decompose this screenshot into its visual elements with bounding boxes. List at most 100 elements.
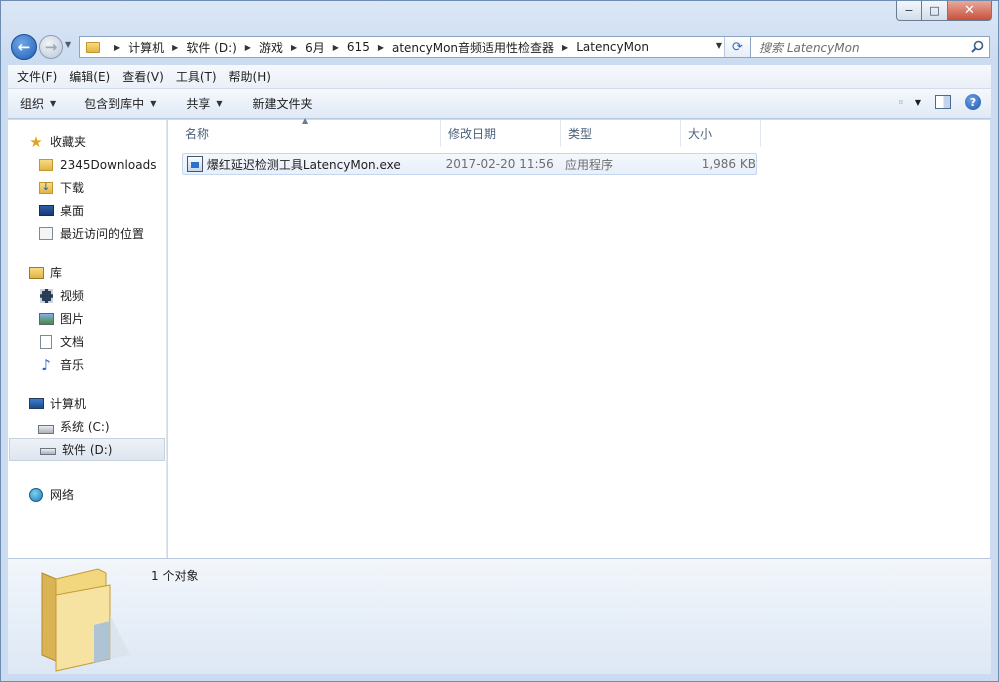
minimize-button[interactable]: − xyxy=(896,1,922,21)
nav-item-recent-places[interactable]: 最近访问的位置 xyxy=(8,222,166,245)
file-list: 名称 ▲ 修改日期 类型 大小 爆红延迟检测工具LatencyMon.exe 2… xyxy=(168,116,990,558)
back-button[interactable]: ← xyxy=(11,34,37,60)
breadcrumb-separator-icon: ▶ xyxy=(114,42,121,52)
chevron-down-icon: ▼ xyxy=(216,99,223,108)
nav-label: 图片 xyxy=(60,312,85,326)
menu-file[interactable]: 文件(F) xyxy=(11,68,63,85)
breadcrumb-separator-icon[interactable]: ▶ xyxy=(378,43,384,52)
nav-item-2345downloads[interactable]: 2345Downloads xyxy=(8,153,166,176)
star-icon: ★ xyxy=(29,132,43,151)
menu-help[interactable]: 帮助(H) xyxy=(223,68,277,85)
nav-item-desktop[interactable]: 桌面 xyxy=(8,199,166,222)
help-icon[interactable]: ? xyxy=(965,94,981,110)
nav-computer[interactable]: 计算机 xyxy=(8,392,166,415)
recent-places-icon xyxy=(38,226,54,242)
breadcrumb-item[interactable]: 计算机 xyxy=(128,39,164,56)
breadcrumb-item-current[interactable]: LatencyMon xyxy=(576,40,649,54)
include-in-library-button[interactable]: 包含到库中 ▼ xyxy=(66,89,166,119)
nav-label: 库 xyxy=(50,266,63,280)
navigation-row: ← → ▼ ▶ 计算机 ▶ 软件 (D:) ▶ 游戏 ▶ 6月 ▶ 615 ▶ … xyxy=(9,33,990,61)
system-drive-icon xyxy=(38,419,54,435)
new-folder-button[interactable]: 新建文件夹 xyxy=(233,89,323,119)
refresh-button[interactable]: ⟳ xyxy=(724,37,750,57)
chevron-down-icon: ▼ xyxy=(65,40,72,49)
nav-label: 桌面 xyxy=(60,204,85,218)
folder-icon xyxy=(86,41,100,53)
breadcrumb-separator-icon[interactable]: ▶ xyxy=(172,43,178,52)
file-name: 爆红延迟检测工具LatencyMon.exe xyxy=(206,157,401,172)
search-input[interactable]: 搜索 LatencyMon xyxy=(750,36,990,58)
file-modified: 2017-02-20 11:56 xyxy=(445,157,554,171)
maximize-button[interactable]: □ xyxy=(922,1,948,21)
change-view-button[interactable]: ▼ xyxy=(899,93,921,111)
search-icon[interactable] xyxy=(971,40,984,53)
organize-button[interactable]: 组织 ▼ xyxy=(8,89,66,119)
menu-view[interactable]: 查看(V) xyxy=(116,68,170,85)
item-count: 1 个对象 xyxy=(151,569,199,583)
window-caption-buttons: − □ ✕ xyxy=(896,1,992,21)
nav-item-pictures[interactable]: 图片 xyxy=(8,307,166,330)
breadcrumb-item[interactable]: 软件 (D:) xyxy=(186,39,236,56)
column-header-modified[interactable]: 修改日期 xyxy=(441,120,561,147)
share-button[interactable]: 共享 ▼ xyxy=(166,89,232,119)
explorer-window: − □ ✕ ← → ▼ ▶ 计算机 ▶ 软件 (D:) ▶ 游戏 ▶ 6月 ▶ … xyxy=(0,0,999,682)
new-folder-label: 新建文件夹 xyxy=(252,97,313,111)
close-button[interactable]: ✕ xyxy=(948,1,992,21)
include-in-library-label: 包含到库中 xyxy=(84,97,145,111)
breadcrumb-separator-icon[interactable]: ▶ xyxy=(291,43,297,52)
address-bar[interactable]: ▶ 计算机 ▶ 软件 (D:) ▶ 游戏 ▶ 6月 ▶ 615 ▶ atency… xyxy=(79,36,751,58)
share-label: 共享 xyxy=(186,97,211,111)
menu-tools[interactable]: 工具(T) xyxy=(170,68,223,85)
nav-item-documents[interactable]: 文档 xyxy=(8,330,166,353)
back-arrow-icon: ← xyxy=(17,38,31,56)
nav-label: 文档 xyxy=(60,335,85,349)
folder-icon xyxy=(38,157,54,173)
recent-pages-button[interactable]: ▼ xyxy=(65,40,71,49)
desktop-icon xyxy=(38,203,54,219)
search-placeholder: 搜索 LatencyMon xyxy=(759,40,860,55)
column-headers: 名称 ▲ 修改日期 类型 大小 xyxy=(178,116,761,147)
menu-edit[interactable]: 编辑(E) xyxy=(63,68,116,85)
documents-icon xyxy=(38,334,54,350)
nav-item-software-d[interactable]: 软件 (D:) xyxy=(9,438,165,461)
libraries-group: 库 视频 图片 文档 ♪ 音乐 xyxy=(8,261,166,376)
breadcrumb-separator-icon[interactable]: ▶ xyxy=(245,43,251,52)
drive-icon xyxy=(40,442,56,458)
computer-icon xyxy=(28,396,44,412)
video-icon xyxy=(38,288,54,304)
column-header-size[interactable]: 大小 xyxy=(681,120,761,147)
nav-favorites[interactable]: ★ 收藏夹 xyxy=(8,130,166,153)
libraries-icon xyxy=(28,265,44,281)
column-header-type[interactable]: 类型 xyxy=(561,120,681,147)
file-row[interactable]: 爆红延迟检测工具LatencyMon.exe 2017-02-20 11:56 … xyxy=(182,153,757,175)
nav-item-videos[interactable]: 视频 xyxy=(8,284,166,307)
column-label: 修改日期 xyxy=(448,127,497,141)
breadcrumb-separator-icon[interactable]: ▶ xyxy=(333,43,339,52)
network-icon xyxy=(28,487,44,503)
chevron-down-icon: ▼ xyxy=(50,99,57,108)
nav-label: 2345Downloads xyxy=(60,157,157,172)
address-history-dropdown[interactable]: ▼ xyxy=(716,41,722,50)
breadcrumb-item[interactable]: 615 xyxy=(347,40,370,54)
forward-button[interactable]: → xyxy=(39,35,63,59)
column-header-name[interactable]: 名称 ▲ xyxy=(178,116,441,147)
breadcrumb-item[interactable]: 6月 xyxy=(305,39,325,56)
computer-group: 计算机 系统 (C:) 软件 (D:) xyxy=(8,392,166,461)
music-icon: ♪ xyxy=(41,355,51,374)
chevron-down-icon[interactable]: ▼ xyxy=(915,98,921,107)
nav-item-system-c[interactable]: 系统 (C:) xyxy=(8,415,166,438)
nav-libraries[interactable]: 库 xyxy=(8,261,166,284)
breadcrumb-item[interactable]: 游戏 xyxy=(259,39,283,56)
nav-item-music[interactable]: ♪ 音乐 xyxy=(8,353,166,376)
column-label: 名称 xyxy=(185,127,210,141)
sort-ascending-icon: ▲ xyxy=(302,116,309,125)
nav-network[interactable]: 网络 xyxy=(8,483,166,506)
breadcrumb-item[interactable]: atencyMon音频适用性检查器 xyxy=(392,39,554,56)
nav-item-downloads[interactable]: ↓ 下载 xyxy=(8,176,166,199)
pictures-icon xyxy=(38,311,54,327)
chevron-down-icon: ▼ xyxy=(150,99,157,108)
preview-pane-icon[interactable] xyxy=(935,95,951,109)
folder-icon xyxy=(41,568,130,672)
nav-label: 音乐 xyxy=(60,358,85,372)
breadcrumb-separator-icon[interactable]: ▶ xyxy=(562,43,568,52)
